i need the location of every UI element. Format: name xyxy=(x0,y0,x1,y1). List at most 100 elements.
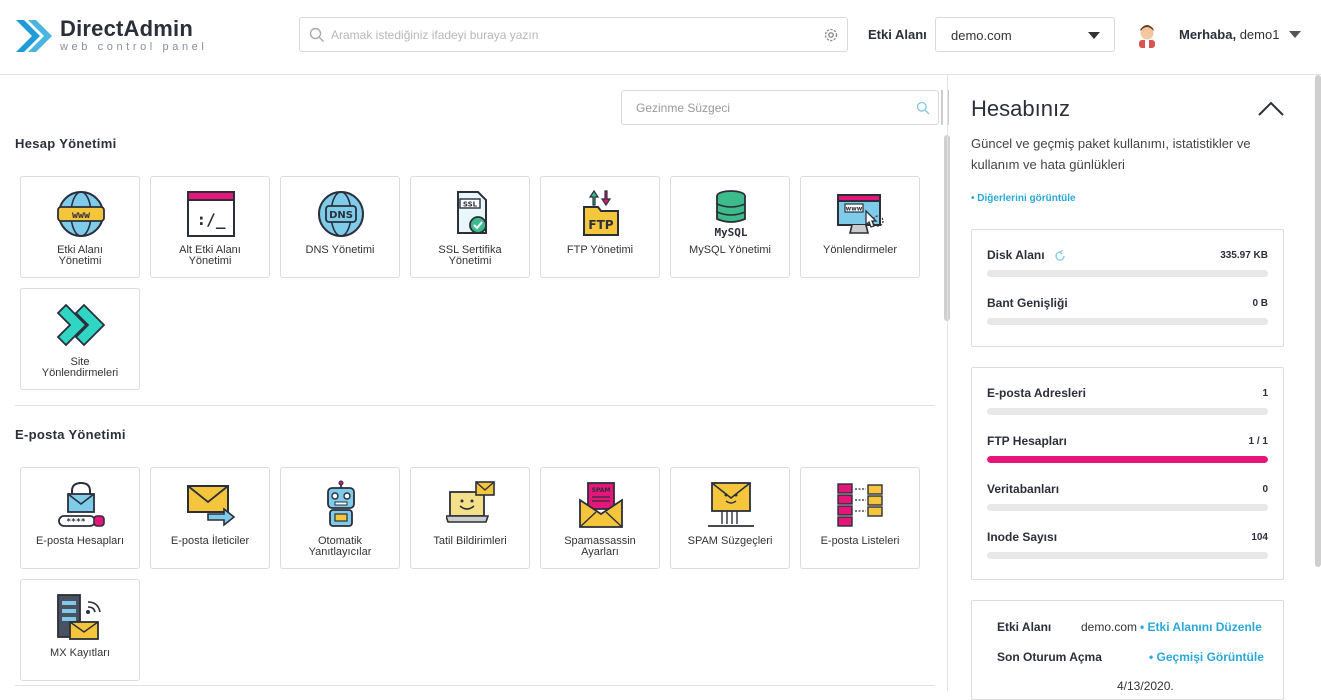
brand-name: DirectAdmin xyxy=(60,16,193,41)
tile-label: MX Kayıtları xyxy=(50,647,110,659)
account-panel-description: Güncel ve geçmiş paket kullanımı, istati… xyxy=(971,136,1251,172)
info-last-login-label: Son Oturum Açma xyxy=(997,650,1102,664)
counts-card: E-posta Adresleri 1 FTP Hesapları 1 / 1 … xyxy=(971,367,1284,580)
spam-filter-envelope-icon xyxy=(708,482,754,527)
ftp-folder-icon: FTP xyxy=(583,189,619,236)
tile-email-accounts[interactable]: **** E-posta Hesapları xyxy=(20,467,140,569)
page-scrollbar[interactable] xyxy=(1315,75,1321,567)
usage-bar xyxy=(987,456,1268,463)
stat-label: FTP Hesapları xyxy=(987,434,1067,448)
tile-spam-filters[interactable]: SPAM Süzgeçleri xyxy=(670,467,790,569)
tile-redirects[interactable]: www Yönlendirmeler xyxy=(800,176,920,278)
svg-text:MySQL: MySQL xyxy=(714,226,747,239)
stat-label: Inode Sayısı xyxy=(987,530,1058,544)
tile-spamassassin-settings[interactable]: SPAM Spamassassin Ayarları xyxy=(540,467,660,569)
brand-tagline: web control panel xyxy=(60,41,208,53)
domain-label: Etki Alanı xyxy=(868,27,927,42)
tile-label: Tatil Bildirimleri xyxy=(433,535,507,547)
stat-value: 0 B xyxy=(1252,298,1268,309)
navigation-filter-input[interactable] xyxy=(636,91,906,124)
tile-ssl-management[interactable]: SSL SSL Sertifika Yönetimi xyxy=(410,176,530,278)
usage-bar xyxy=(987,408,1268,415)
tile-label: Site Yönlendirmeleri xyxy=(41,356,119,379)
tile-ftp-management[interactable]: FTP FTP Yönetimi xyxy=(540,176,660,278)
svg-text:FTP: FTP xyxy=(588,218,613,232)
directadmin-logo[interactable]: DirectAdmin web control panel xyxy=(14,14,214,58)
svg-text:www: www xyxy=(72,210,91,221)
usage-bar xyxy=(987,504,1268,511)
tile-autoresponders[interactable]: Otomatik Yanıtlayıcılar xyxy=(280,467,400,569)
mysql-database-icon: MySQL xyxy=(714,190,748,239)
section-divider xyxy=(15,685,935,686)
top-header: DirectAdmin web control panel Etki Alanı… xyxy=(0,0,1321,75)
search-icon xyxy=(309,27,324,42)
tile-mailing-lists[interactable]: E-posta Listeleri xyxy=(800,467,920,569)
tile-email-forwarders[interactable]: E-posta İleticiler xyxy=(150,467,270,569)
domain-select[interactable]: demo.com xyxy=(935,17,1115,52)
svg-text:****: **** xyxy=(66,517,85,526)
mx-server-icon xyxy=(57,594,101,640)
tile-dns-management[interactable]: DNS DNS Yönetimi xyxy=(280,176,400,278)
tile-label: SPAM Süzgeçleri xyxy=(687,535,773,547)
tile-label: FTP Yönetimi xyxy=(566,244,634,256)
tile-label: Alt Etki Alanı Yönetimi xyxy=(179,244,241,267)
tile-domain-management[interactable]: www Etki Alanı Yönetimi xyxy=(20,176,140,278)
globe-dns-icon: DNS xyxy=(318,191,364,237)
ssl-certificate-icon: SSL xyxy=(457,191,487,234)
section-title-account: Hesap Yönetimi xyxy=(15,136,117,151)
navigation-filter[interactable] xyxy=(621,90,939,125)
user-greeting[interactable]: Merhaba, demo1 xyxy=(1179,27,1279,42)
email-forward-icon xyxy=(187,485,236,527)
usage-bar xyxy=(987,270,1268,277)
tile-label: Spamassassin Ayarları xyxy=(564,535,636,558)
refresh-icon[interactable] xyxy=(1054,250,1066,262)
stat-value: 1 xyxy=(1262,388,1268,399)
domain-select-value: demo.com xyxy=(951,28,1012,43)
view-history-link[interactable]: • Geçmişi Görüntüle xyxy=(1149,650,1264,664)
chevron-up-icon[interactable] xyxy=(1258,100,1284,116)
usage-card: Disk Alanı 335.97 KB Bant Genişliği 0 B xyxy=(971,229,1284,347)
global-search[interactable] xyxy=(299,17,848,52)
search-input[interactable] xyxy=(331,18,811,51)
usage-bar xyxy=(987,318,1268,325)
robot-autoresponder-icon xyxy=(327,480,355,527)
svg-text:www: www xyxy=(846,206,863,213)
stat-value: 0 xyxy=(1262,484,1268,495)
tile-label: Otomatik Yanıtlayıcılar xyxy=(308,535,372,558)
tile-subdomain-management[interactable]: :/_ Alt Etki Alanı Yönetimi xyxy=(150,176,270,278)
tile-label: MySQL Yönetimi xyxy=(689,244,771,256)
gear-icon[interactable] xyxy=(823,27,839,43)
search-icon xyxy=(916,101,930,115)
tile-label: E-posta Listeleri xyxy=(820,535,900,547)
user-avatar-icon[interactable] xyxy=(1136,22,1158,48)
account-panel-title: Hesabınız xyxy=(971,96,1071,121)
tile-mx-records[interactable]: MX Kayıtları xyxy=(20,579,140,681)
terminal-window-icon: :/_ xyxy=(187,191,235,237)
tile-label: DNS Yönetimi xyxy=(305,244,375,256)
tile-mysql-management[interactable]: MySQL MySQL Yönetimi xyxy=(670,176,790,278)
tile-label: SSL Sertifika Yönetimi xyxy=(438,244,502,267)
svg-text:SSL: SSL xyxy=(463,201,478,209)
panel-divider xyxy=(947,75,948,691)
info-domain-value: demo.com xyxy=(1081,620,1138,634)
chevron-down-icon xyxy=(1088,32,1100,39)
tile-site-redirects[interactable]: Site Yönlendirmeleri xyxy=(20,288,140,390)
stat-label: Disk Alanı xyxy=(987,248,1045,262)
user-menu-chevron-icon[interactable] xyxy=(1289,31,1301,38)
tile-label: E-posta İleticiler xyxy=(170,535,250,547)
edit-domain-link[interactable]: • Etki Alanını Düzenle xyxy=(1140,620,1262,634)
redirect-monitor-icon: www xyxy=(837,194,884,234)
tile-label: Etki Alanı Yönetimi xyxy=(57,244,103,267)
stat-label: Veritabanları xyxy=(987,482,1060,496)
email-list-icon xyxy=(837,483,883,527)
info-domain-label: Etki Alanı xyxy=(997,620,1052,634)
account-info-card: Etki Alanı demo.com • Etki Alanını Düzen… xyxy=(971,600,1284,700)
spam-envelope-icon: SPAM xyxy=(579,482,623,528)
email-account-lock-icon: **** xyxy=(58,481,105,527)
usage-bar-fill xyxy=(987,456,1268,463)
view-more-link[interactable]: • Diğerlerini görüntüle xyxy=(971,193,1076,204)
stat-value: 335.97 KB xyxy=(1220,250,1268,261)
directadmin-logo-icon xyxy=(16,20,52,52)
username: demo1 xyxy=(1239,27,1280,42)
tile-vacation-messages[interactable]: Tatil Bildirimleri xyxy=(410,467,530,569)
